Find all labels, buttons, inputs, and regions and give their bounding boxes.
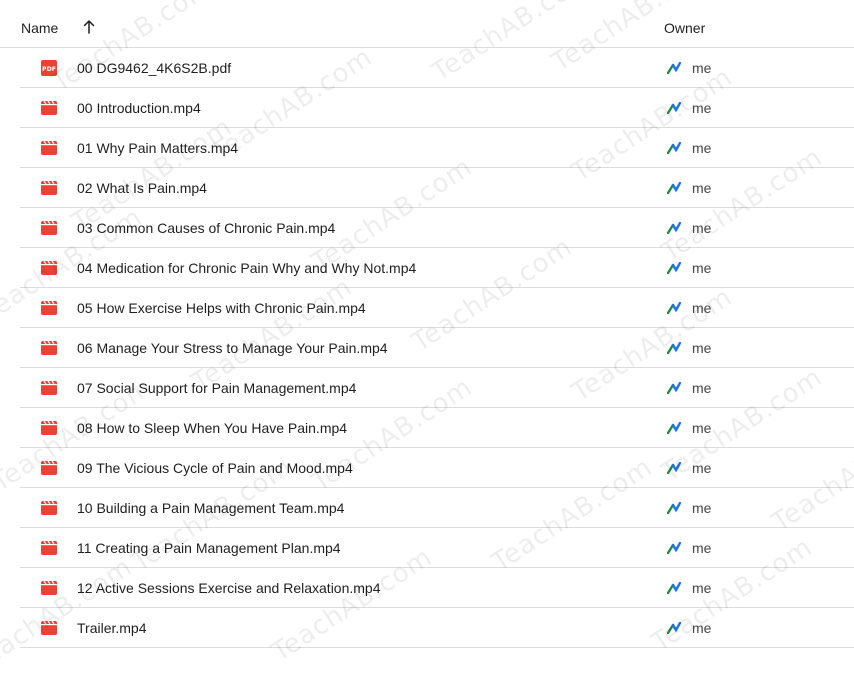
video-icon [41,620,57,635]
file-row[interactable]: 12 Active Sessions Exercise and Relaxati… [20,568,854,608]
file-name[interactable]: 09 The Vicious Cycle of Pain and Mood.mp… [77,460,353,476]
file-row[interactable]: 11 Creating a Pain Management Plan.mp4 me [20,528,854,568]
shared-drive-icon [667,502,681,514]
shared-drive-icon [667,542,681,554]
owner-name: me [692,380,712,396]
owner-name: me [692,220,712,236]
shared-drive-icon [667,382,681,394]
file-row[interactable]: 05 How Exercise Helps with Chronic Pain.… [20,288,854,328]
video-icon [41,260,57,275]
owner-name: me [692,540,712,556]
shared-drive-icon [667,622,681,634]
file-row[interactable]: 01 Why Pain Matters.mp4 me [20,128,854,168]
file-name[interactable]: 05 How Exercise Helps with Chronic Pain.… [77,300,366,316]
owner-name: me [692,500,712,516]
shared-drive-icon [667,422,681,434]
video-icon [41,580,57,595]
shared-drive-icon [667,222,681,234]
file-name[interactable]: 03 Common Causes of Chronic Pain.mp4 [77,220,335,236]
name-column-header[interactable]: Name [21,20,58,36]
owner-name: me [692,180,712,196]
video-icon [41,420,57,435]
video-icon [41,540,57,555]
file-name[interactable]: 11 Creating a Pain Management Plan.mp4 [77,540,341,556]
file-row[interactable]: 02 What Is Pain.mp4 me [20,168,854,208]
owner-name: me [692,620,712,636]
video-icon [41,460,57,475]
owner-name: me [692,260,712,276]
file-row[interactable]: 10 Building a Pain Management Team.mp4 me [20,488,854,528]
shared-drive-icon [667,142,681,154]
file-row[interactable]: 09 The Vicious Cycle of Pain and Mood.mp… [20,448,854,488]
video-icon [41,380,57,395]
file-name[interactable]: 04 Medication for Chronic Pain Why and W… [77,260,416,276]
shared-drive-icon [667,582,681,594]
file-row[interactable]: 07 Social Support for Pain Management.mp… [20,368,854,408]
pdf-icon: PDF [41,60,57,76]
svg-text:PDF: PDF [42,66,56,73]
video-icon [41,300,57,315]
shared-drive-icon [667,302,681,314]
file-name[interactable]: 06 Manage Your Stress to Manage Your Pai… [77,340,388,356]
shared-drive-icon [667,262,681,274]
video-icon [41,180,57,195]
file-name[interactable]: 12 Active Sessions Exercise and Relaxati… [77,580,381,596]
owner-name: me [692,340,712,356]
shared-drive-icon [667,102,681,114]
video-icon [41,500,57,515]
column-header: Name Owner [0,0,854,48]
video-icon [41,340,57,355]
file-row[interactable]: PDF 00 DG9462_4K6S2B.pdf me [20,48,854,88]
file-name[interactable]: 10 Building a Pain Management Team.mp4 [77,500,344,516]
file-name[interactable]: 01 Why Pain Matters.mp4 [77,140,238,156]
file-name[interactable]: 08 How to Sleep When You Have Pain.mp4 [77,420,347,436]
shared-drive-icon [667,342,681,354]
file-row[interactable]: 03 Common Causes of Chronic Pain.mp4 me [20,208,854,248]
file-name[interactable]: 07 Social Support for Pain Management.mp… [77,380,356,396]
file-row[interactable]: 08 How to Sleep When You Have Pain.mp4 me [20,408,854,448]
shared-drive-icon [667,462,681,474]
file-name[interactable]: 00 Introduction.mp4 [77,100,201,116]
file-row[interactable]: 06 Manage Your Stress to Manage Your Pai… [20,328,854,368]
owner-name: me [692,420,712,436]
file-name[interactable]: 02 What Is Pain.mp4 [77,180,207,196]
owner-name: me [692,100,712,116]
file-list: PDF 00 DG9462_4K6S2B.pdf me 00 Introduction… [0,48,854,648]
owner-name: me [692,580,712,596]
file-row[interactable]: 00 Introduction.mp4 me [20,88,854,128]
file-name[interactable]: 00 DG9462_4K6S2B.pdf [77,60,231,76]
video-icon [41,140,57,155]
file-row[interactable]: Trailer.mp4 me [20,608,854,648]
owner-column-header[interactable]: Owner [664,20,705,36]
arrow-up-icon[interactable] [80,18,98,36]
owner-name: me [692,460,712,476]
video-icon [41,220,57,235]
shared-drive-icon [667,182,681,194]
owner-name: me [692,300,712,316]
video-icon [41,100,57,115]
owner-name: me [692,60,712,76]
file-row[interactable]: 04 Medication for Chronic Pain Why and W… [20,248,854,288]
file-name[interactable]: Trailer.mp4 [77,620,147,636]
shared-drive-icon [667,62,681,74]
owner-name: me [692,140,712,156]
